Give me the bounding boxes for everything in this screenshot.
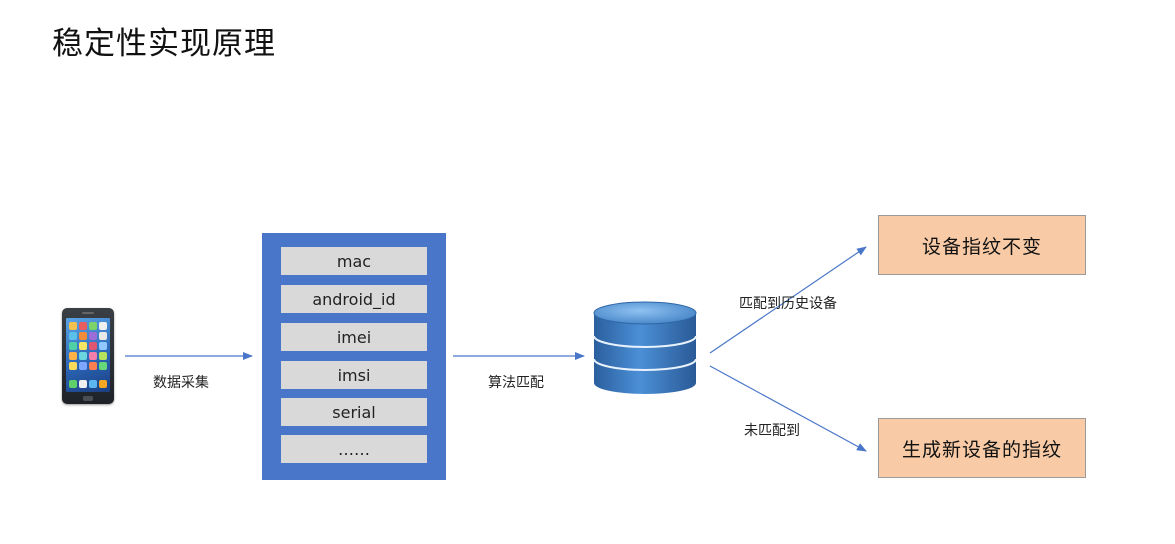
label-matched-history: 匹配到历史设备 — [739, 296, 837, 312]
result-fingerprint-unchanged: 设备指纹不变 — [878, 215, 1086, 275]
database-icon — [593, 301, 697, 394]
device-attributes-panel: mac android_id imei imsi serial …… — [262, 233, 446, 480]
label-algorithm-match: 算法匹配 — [488, 375, 544, 391]
field-more: …… — [281, 435, 427, 463]
label-not-matched: 未匹配到 — [744, 423, 800, 439]
field-mac: mac — [281, 247, 427, 275]
field-android-id: android_id — [281, 285, 427, 313]
field-imei: imei — [281, 323, 427, 351]
field-serial: serial — [281, 398, 427, 426]
field-imsi: imsi — [281, 361, 427, 389]
result-generate-new-fingerprint: 生成新设备的指纹 — [878, 418, 1086, 478]
label-data-collection: 数据采集 — [153, 375, 209, 391]
